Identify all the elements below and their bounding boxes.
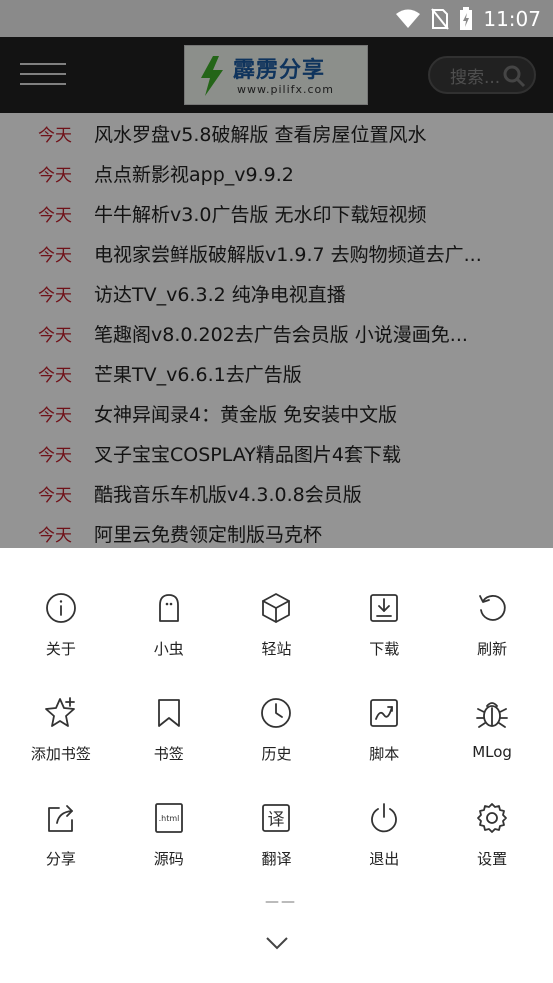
menu-item-html-source[interactable]: .html 源码: [115, 800, 223, 869]
menu-item-power[interactable]: 退出: [330, 800, 438, 869]
menu-item-bug[interactable]: MLog: [438, 695, 546, 764]
share-icon: [43, 800, 79, 836]
script-icon: [366, 695, 402, 731]
download-icon: [366, 590, 402, 626]
menu-item-cube[interactable]: 轻站: [223, 590, 331, 659]
menu-item-label: 分享: [45, 850, 76, 868]
bookmark-icon: [151, 695, 187, 731]
menu-item-label: 书签: [153, 745, 184, 763]
status-time: 11:07: [483, 6, 541, 31]
menu-item-label: 刷新: [477, 640, 508, 658]
menu-item-star-plus[interactable]: 添加书签: [7, 695, 115, 764]
menu-item-download[interactable]: 下载: [330, 590, 438, 659]
refresh-icon: [474, 590, 510, 626]
clock-icon: [258, 695, 294, 731]
menu-item-label: 退出: [369, 850, 400, 868]
menu-item-label: 翻译: [261, 850, 292, 868]
no-sim-icon: [431, 7, 450, 30]
menu-item-label: 历史: [261, 745, 292, 763]
cube-icon: [258, 590, 294, 626]
info-icon: [43, 590, 79, 626]
power-icon: [366, 800, 402, 836]
bottom-menu-sheet: 关于 小虫 轻站 下载 刷新 添加书签 书签 历史 脚本 MLog 分享 .html 源码译翻译 退出 设置…: [0, 548, 553, 983]
menu-item-share[interactable]: 分享: [7, 800, 115, 869]
svg-text:.html: .html: [158, 814, 179, 823]
html-source-icon: .html: [151, 800, 187, 836]
menu-item-label: 小虫: [153, 640, 184, 658]
menu-item-label: 轻站: [261, 640, 292, 658]
menu-item-label: 脚本: [369, 745, 400, 763]
wifi-icon: [395, 9, 421, 29]
menu-item-label: 添加书签: [30, 745, 91, 763]
overlay-scrim[interactable]: [0, 37, 553, 548]
star-plus-icon: [43, 695, 79, 731]
menu-item-gear[interactable]: 设置: [438, 800, 546, 869]
menu-item-label: 关于: [45, 640, 76, 658]
menu-grid: 关于 小虫 轻站 下载 刷新 添加书签 书签 历史 脚本 MLog 分享 .html 源码译翻译 退出 设置: [7, 590, 546, 869]
more-indicator: ——: [265, 894, 297, 910]
ghost-icon: [151, 590, 187, 626]
menu-item-translate[interactable]: 译翻译: [223, 800, 331, 869]
chevron-down-icon[interactable]: [263, 934, 291, 952]
menu-item-refresh[interactable]: 刷新: [438, 590, 546, 659]
svg-text:译: 译: [268, 810, 285, 830]
menu-item-label: 下载: [369, 640, 400, 658]
menu-item-label: 源码: [153, 850, 184, 868]
status-bar: 11:07: [0, 0, 553, 37]
gear-icon: [474, 800, 510, 836]
menu-item-script[interactable]: 脚本: [330, 695, 438, 764]
battery-charging-icon: [459, 6, 473, 31]
menu-item-label: MLog: [472, 743, 512, 761]
menu-item-bookmark[interactable]: 书签: [115, 695, 223, 764]
menu-item-info[interactable]: 关于: [7, 590, 115, 659]
menu-item-ghost[interactable]: 小虫: [115, 590, 223, 659]
translate-icon: 译: [258, 800, 294, 836]
menu-item-label: 设置: [477, 850, 508, 868]
bug-icon: [474, 695, 510, 731]
menu-item-clock[interactable]: 历史: [223, 695, 331, 764]
